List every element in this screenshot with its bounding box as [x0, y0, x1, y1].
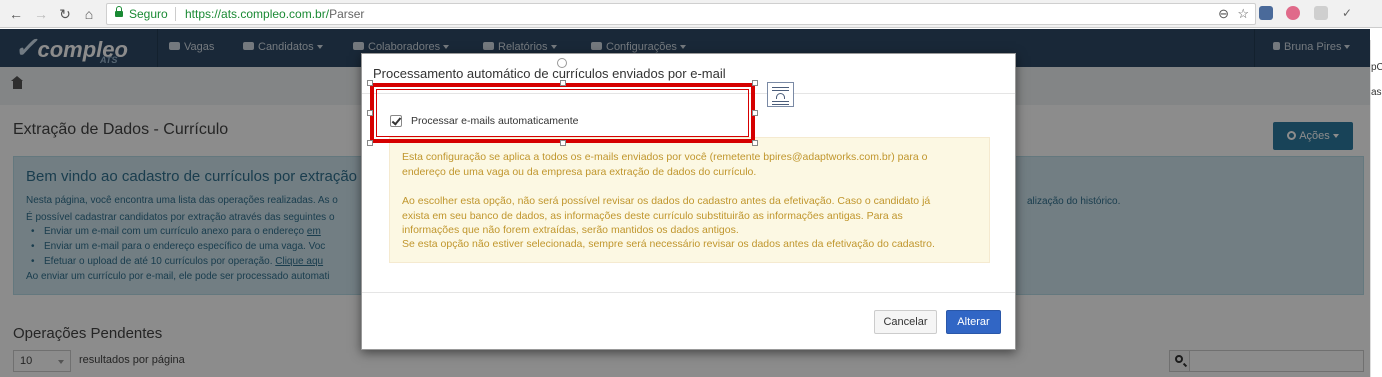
warning-text: exista em seu banco de dados, as informa… — [402, 210, 903, 222]
resize-handle[interactable] — [560, 140, 566, 146]
edge-text: as — [1371, 87, 1382, 98]
resize-handle[interactable] — [752, 140, 758, 146]
resize-handle[interactable] — [560, 80, 566, 86]
edge-text: pC — [1371, 62, 1382, 73]
warning-text: informações que não forem extraídas, ser… — [402, 224, 739, 236]
extension-icon[interactable] — [1286, 6, 1300, 20]
home-icon[interactable]: ⌂ — [81, 6, 97, 22]
extension-icon[interactable] — [1259, 6, 1273, 20]
lock-icon — [115, 6, 123, 19]
confirm-button[interactable]: Alterar — [946, 310, 1001, 334]
annotation-highlight-box[interactable] — [370, 83, 755, 143]
resize-handle[interactable] — [367, 80, 373, 86]
warning-text: Se esta opção não estiver selecionada, s… — [402, 238, 935, 250]
secure-label: Seguro — [129, 7, 168, 21]
warning-text: endereço de uma vaga ou da empresa para … — [402, 166, 757, 178]
rotate-handle-icon[interactable] — [557, 58, 567, 68]
back-arrow-icon[interactable]: ← — [8, 6, 24, 22]
cancel-button[interactable]: Cancelar — [874, 310, 937, 334]
reload-icon[interactable]: ↻ — [57, 6, 73, 22]
resize-handle[interactable] — [752, 80, 758, 86]
warning-text: Ao escolher esta opção, não será possíve… — [402, 195, 931, 207]
resize-handle[interactable] — [367, 140, 373, 146]
checkmark-extension-icon[interactable]: ✓ — [1342, 6, 1356, 20]
extension-icon[interactable] — [1314, 6, 1328, 20]
warning-alert: Esta configuração se aplica a todos os e… — [389, 137, 990, 263]
forward-arrow-icon[interactable]: → — [33, 6, 49, 22]
warning-text: Esta configuração se aplica a todos os e… — [402, 151, 928, 163]
layout-options-icon[interactable] — [767, 82, 794, 107]
url-text[interactable]: https://ats.compleo.com.br/Parser — [185, 7, 364, 21]
zoom-icon[interactable]: ⊖ — [1218, 6, 1229, 22]
resize-handle[interactable] — [752, 110, 758, 116]
adjacent-window-edge: pC as — [1370, 40, 1382, 377]
resize-handle[interactable] — [367, 110, 373, 116]
bookmark-star-icon[interactable]: ☆ — [1237, 6, 1249, 22]
address-separator — [175, 7, 176, 21]
dialog-title: Processamento automático de currículos e… — [373, 66, 726, 81]
dialog-footer: Cancelar Alterar — [362, 292, 1015, 349]
address-bar[interactable]: Seguro https://ats.compleo.com.br/Parser… — [106, 3, 1256, 25]
browser-toolbar: ← → ↻ ⌂ Seguro https://ats.compleo.com.b… — [0, 0, 1382, 28]
